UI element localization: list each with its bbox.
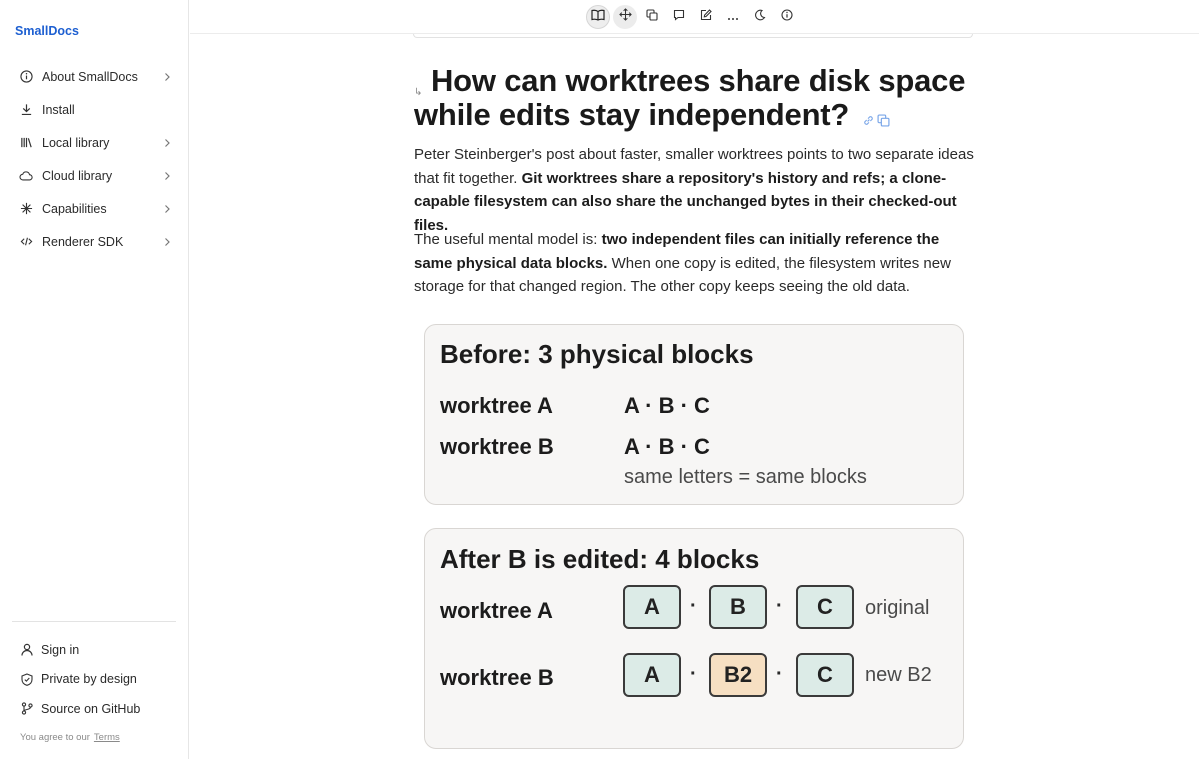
reader-mode-button[interactable] xyxy=(586,5,610,29)
block-b-original: B xyxy=(709,585,767,629)
chevron-right-icon xyxy=(161,137,173,149)
page-title: ↳ How can worktrees share disk space whi… xyxy=(414,64,974,134)
chevron-right-icon xyxy=(161,170,173,182)
heading-anchor[interactable]: ↳ xyxy=(414,76,422,110)
sidebar-item-label: Cloud library xyxy=(42,168,113,183)
shield-icon xyxy=(20,673,33,686)
sidebar-item-renderer-sdk[interactable]: Renderer SDK xyxy=(12,225,177,258)
before-title: Before: 3 physical blocks xyxy=(440,339,754,369)
block-separator: · xyxy=(690,595,697,617)
link-icon[interactable] xyxy=(862,100,875,134)
row-a-tag: original xyxy=(865,597,930,619)
after-diagram-card: After B is edited: 4 blocks worktree A A… xyxy=(424,528,964,749)
edit-button[interactable] xyxy=(694,5,718,29)
more-button[interactable] xyxy=(721,5,745,29)
info-icon xyxy=(781,8,793,26)
moon-icon xyxy=(754,8,766,26)
sidebar-footer: Sign in Private by design Source on GitH… xyxy=(12,635,177,724)
document-view: ↳ How can worktrees share disk space whi… xyxy=(190,34,1199,759)
block-a-shared: A xyxy=(623,653,681,697)
after-row-b-label: worktree B xyxy=(440,665,554,690)
sidebar-item-label: Renderer SDK xyxy=(42,234,124,249)
sidebar-nav: About SmallDocs Install Local library Cl… xyxy=(12,60,177,258)
block-separator: · xyxy=(690,663,697,685)
intro-paragraph: Peter Steinberger's post about faster, s… xyxy=(414,143,974,237)
block-a-original: A xyxy=(623,585,681,629)
sidebar-item-local-library[interactable]: Local library xyxy=(12,126,177,159)
before-note: same letters = same blocks xyxy=(624,466,867,488)
sidebar-item-label: Local library xyxy=(42,135,110,150)
sparkle-icon xyxy=(19,202,33,216)
chevron-right-icon xyxy=(161,236,173,248)
move-button[interactable] xyxy=(613,5,637,29)
toolbar-tools xyxy=(586,5,799,29)
source-on-github-link[interactable]: Source on GitHub xyxy=(12,694,177,724)
sidebar-item-label: Capabilities xyxy=(42,201,107,216)
before-row-a-value: A · B · C xyxy=(624,393,710,418)
comment-icon xyxy=(673,8,685,26)
sidebar-item-cloud-library[interactable]: Cloud library xyxy=(12,159,177,192)
mental-model-paragraph: The useful mental model is: two independ… xyxy=(414,228,974,299)
terms-prefix: You agree to our xyxy=(20,732,90,743)
before-diagram-card: Before: 3 physical blocks worktree A A ·… xyxy=(424,324,964,505)
dark-mode-button[interactable] xyxy=(748,5,772,29)
before-row-b-label: worktree B xyxy=(440,434,554,459)
terms-link[interactable]: Terms xyxy=(94,732,120,743)
more-icon xyxy=(727,8,739,26)
private-by-design-link[interactable]: Private by design xyxy=(12,665,177,695)
sidebar-item-about[interactable]: About SmallDocs xyxy=(12,60,177,93)
before-row-b-value: A · B · C xyxy=(624,434,710,459)
block-separator: · xyxy=(776,663,783,685)
after-title: After B is edited: 4 blocks xyxy=(440,544,760,574)
block-b2-new: B2 xyxy=(709,653,767,697)
after-row-a-label: worktree A xyxy=(440,598,553,623)
chevron-right-icon xyxy=(161,71,173,83)
sign-in-link[interactable]: Sign in xyxy=(12,635,177,665)
chevron-right-icon xyxy=(161,203,173,215)
copy-icon[interactable] xyxy=(877,100,890,134)
sign-in-label: Sign in xyxy=(41,642,80,657)
before-row-a-label: worktree A xyxy=(440,393,553,418)
comment-button[interactable] xyxy=(667,5,691,29)
sidebar-item-capabilities[interactable]: Capabilities xyxy=(12,192,177,225)
book-icon xyxy=(591,8,605,26)
block-c-shared: C xyxy=(796,653,854,697)
block-c-original: C xyxy=(796,585,854,629)
git-branch-icon xyxy=(20,702,33,715)
row-b-tag: new B2 xyxy=(865,664,932,686)
sidebar-item-label: About SmallDocs xyxy=(42,69,138,84)
copy-button[interactable] xyxy=(640,5,664,29)
terms-notice: You agree to our Terms xyxy=(20,732,120,743)
brand-logo[interactable]: SmallDocs xyxy=(15,24,79,38)
mental-model-lead: The useful mental model is: xyxy=(414,231,602,248)
cloud-icon xyxy=(19,169,33,183)
source-on-github-label: Source on GitHub xyxy=(41,701,141,716)
heading-actions xyxy=(862,100,890,134)
download-icon xyxy=(19,103,33,117)
copy-icon xyxy=(646,8,658,26)
user-icon xyxy=(20,643,33,656)
info-icon xyxy=(19,70,33,84)
info-button[interactable] xyxy=(775,5,799,29)
sidebar-divider xyxy=(12,621,176,622)
toolbar xyxy=(190,0,1199,34)
code-icon xyxy=(19,235,33,249)
library-icon xyxy=(19,136,33,150)
sidebar: SmallDocs About SmallDocs Install Local … xyxy=(0,0,189,759)
private-by-design-label: Private by design xyxy=(41,672,137,687)
move-icon xyxy=(618,8,632,26)
edit-icon xyxy=(700,8,712,26)
block-separator: · xyxy=(776,595,783,617)
previous-block-edge xyxy=(413,34,973,38)
sidebar-item-label: Install xyxy=(42,102,75,117)
sidebar-item-install[interactable]: Install xyxy=(12,93,177,126)
